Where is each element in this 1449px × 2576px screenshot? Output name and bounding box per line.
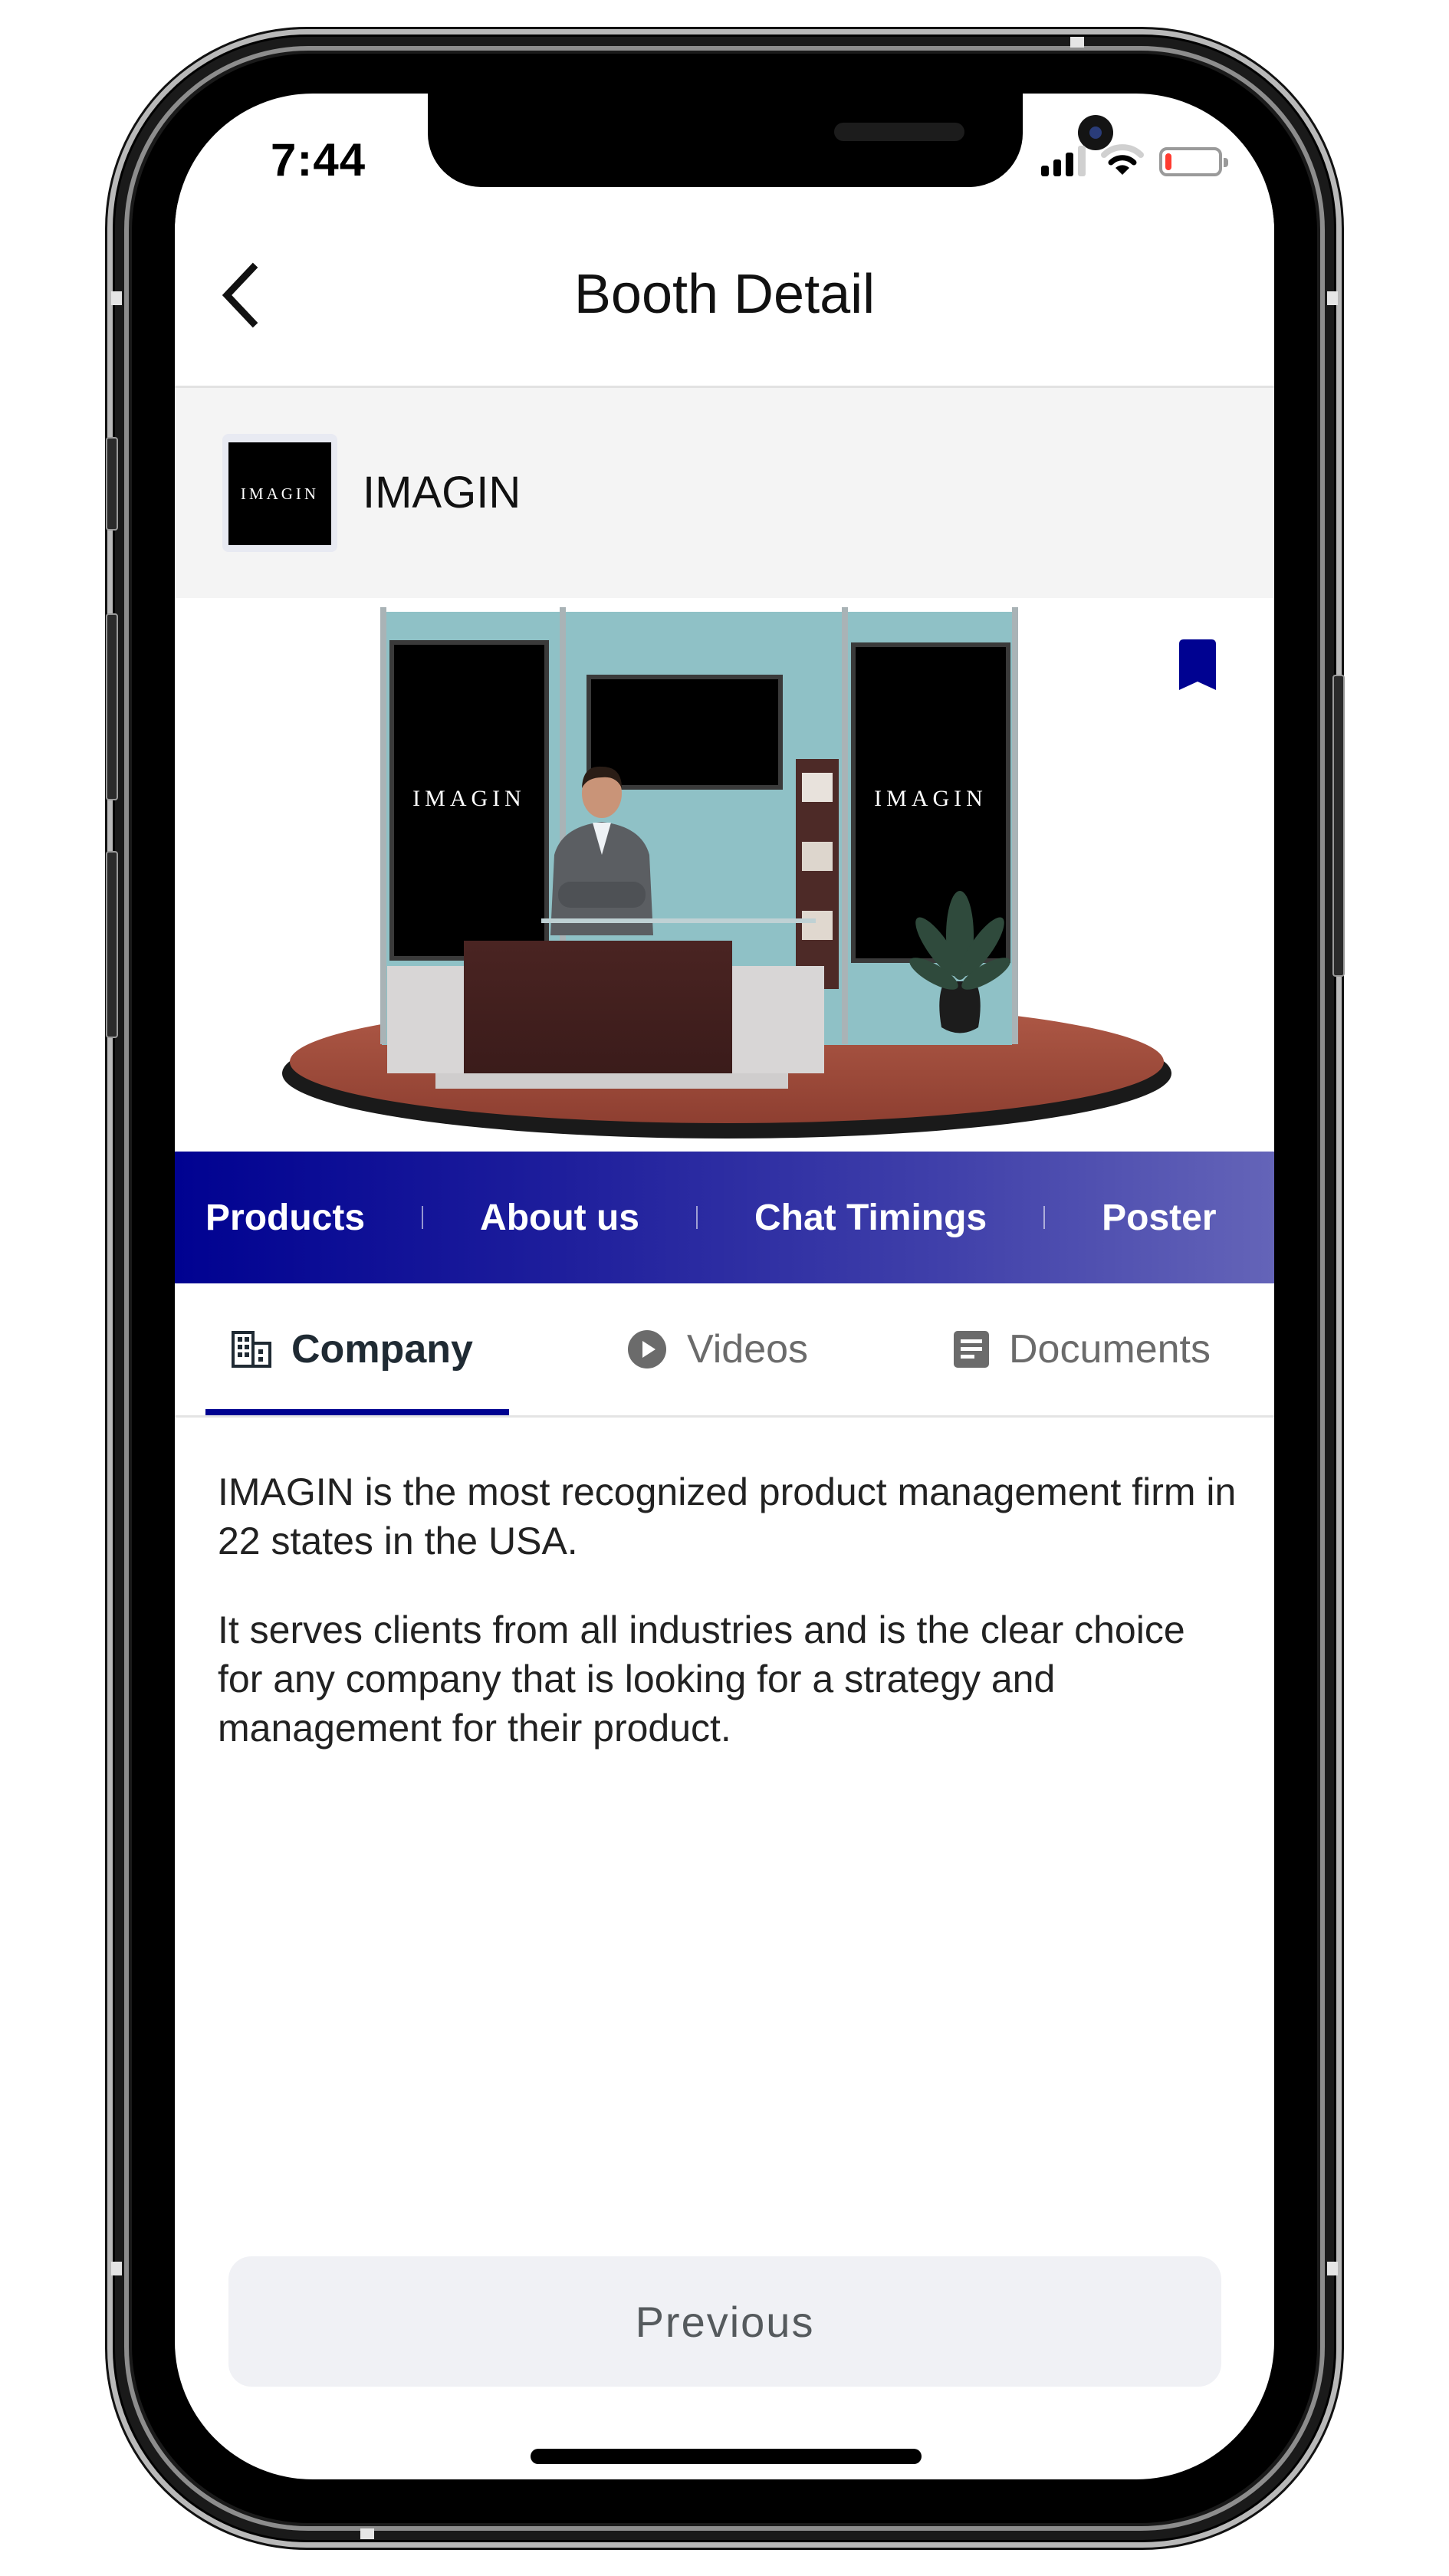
counter-glass [541,918,816,923]
brochure [802,773,833,802]
active-tab-indicator [205,1409,509,1415]
antenna-band [111,291,122,305]
tab-videos[interactable]: Videos [627,1283,808,1415]
battery-level [1165,153,1171,170]
tab-company-label: Company [291,1327,473,1372]
antenna-band [1070,37,1084,48]
home-indicator[interactable] [531,2449,922,2464]
tab-documents[interactable]: Documents [954,1283,1211,1415]
brochure [802,842,833,871]
volume-down-button [106,851,118,1038]
booth-pole [842,607,848,1044]
notch [428,94,1113,187]
section-separator [422,1206,424,1229]
bookmark-icon [1179,639,1216,690]
section-separator [696,1206,698,1229]
content-tabs: Company Videos Documents [175,1283,1274,1418]
antenna-band [360,2528,374,2539]
company-header: IMAGIN IMAGIN [175,388,1274,598]
booth-pole [1012,607,1018,1044]
section-nav-chat-timings[interactable]: Chat Timings [754,1197,987,1239]
tab-company[interactable]: Company [232,1283,473,1415]
status-icons [1041,144,1228,176]
booth-illustration [282,607,1171,1138]
section-nav-poster[interactable]: Poster [1102,1197,1216,1239]
left-banner-text: IMAGIN [412,786,526,811]
center-screen [591,679,778,785]
silent-switch [106,437,118,531]
company-name: IMAGIN [363,468,521,518]
booth-image[interactable]: IMAGIN IMAGIN [175,598,1274,1152]
description-paragraph: It serves clients from all industries an… [218,1608,1185,1750]
booth-pole [380,607,386,1044]
cellular-signal-icon [1041,146,1086,176]
desk-front [464,941,732,1077]
volume-up-button [106,613,118,800]
bookmark-button[interactable] [1178,638,1217,692]
description-paragraph: IMAGIN is the most recognized product ma… [218,1470,1237,1562]
wifi-icon [1101,144,1144,175]
status-time: 7:44 [271,134,366,186]
brochure [802,911,833,940]
building-icon [232,1331,271,1368]
antenna-band [111,2262,122,2275]
tab-videos-label: Videos [687,1327,809,1372]
power-button [1332,675,1345,977]
section-nav-about-us[interactable]: About us [480,1197,639,1239]
play-circle-icon [628,1330,666,1368]
plant-pot [939,981,981,1033]
company-logo: IMAGIN [222,434,337,552]
tab-documents-label: Documents [1009,1327,1211,1372]
section-nav: Products About us Chat Timings Poster [175,1152,1274,1283]
document-icon [954,1331,989,1368]
antenna-band [1327,291,1338,305]
person-arms [558,882,646,908]
desk-base [435,1073,788,1089]
right-banner-text: IMAGIN [874,786,987,811]
company-logo-text: IMAGIN [228,442,331,545]
previous-button[interactable]: Previous [228,2256,1221,2387]
antenna-band [1327,2262,1338,2275]
company-description: IMAGIN is the most recognized product ma… [218,1467,1237,1792]
section-separator [1043,1206,1046,1229]
speaker-grille [834,123,964,141]
battery-icon [1159,147,1228,176]
page-title: Booth Detail [573,264,876,325]
app-screen: 7:44 Booth Detail IMAGIN IMAGIN IMAGIN I… [175,94,1274,2479]
nav-header: Booth Detail [175,203,1274,388]
section-nav-products[interactable]: Products [205,1197,365,1239]
